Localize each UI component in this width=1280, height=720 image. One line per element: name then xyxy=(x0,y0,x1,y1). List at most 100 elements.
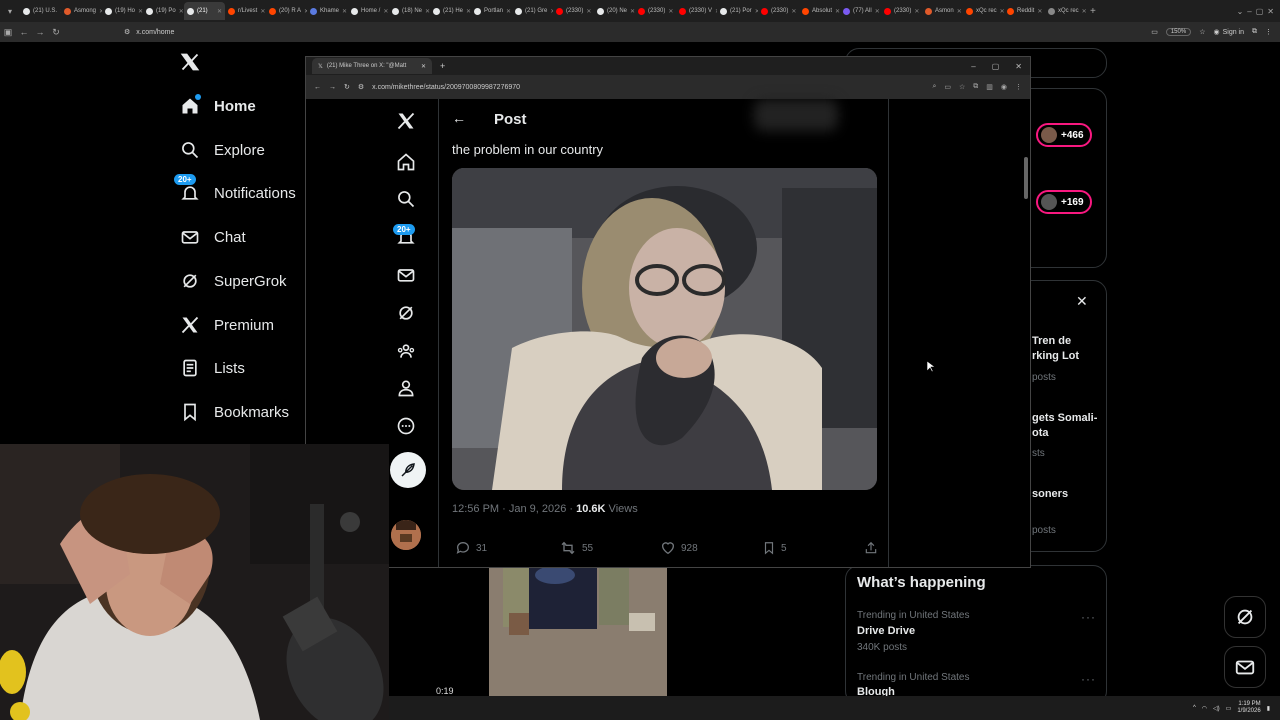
like-button[interactable]: 928 xyxy=(660,540,698,556)
minimize-icon[interactable]: – xyxy=(1247,7,1251,16)
tab-search-icon[interactable]: ▾ xyxy=(0,7,20,16)
maximize-icon[interactable]: ▢ xyxy=(992,62,1000,71)
feed-video-thumbnail[interactable] xyxy=(489,567,667,696)
browser-tab[interactable]: Khame ✕ xyxy=(307,2,348,20)
close-tab-icon[interactable]: ✕ xyxy=(791,8,796,15)
browser-tab[interactable]: (2330) ✕ xyxy=(553,2,594,20)
volume-icon[interactable]: ◁) xyxy=(1213,705,1220,712)
live-pill-2[interactable]: +169 xyxy=(1036,190,1092,214)
news-title-fragment[interactable]: rking Lot xyxy=(1032,350,1079,362)
grok-fab-button[interactable] xyxy=(1224,596,1266,638)
split-icon[interactable]: ▥ xyxy=(986,83,993,91)
maximize-icon[interactable]: ▢ xyxy=(1256,7,1264,16)
browser-tab[interactable]: r/Livest ✕ xyxy=(225,2,266,20)
nav-item-supergrok[interactable]: SuperGrok xyxy=(180,271,287,291)
extensions-icon[interactable]: ⧉ xyxy=(1252,28,1257,36)
profile-icon[interactable] xyxy=(396,378,416,398)
browser-tab[interactable]: (2330) V✕ xyxy=(676,2,717,20)
close-tab-icon[interactable]: ✕ xyxy=(668,8,673,15)
post-timestamp[interactable]: 12:56 PM · Jan 9, 2026 · xyxy=(452,503,576,515)
browser-tab[interactable]: (19) Po ✕ xyxy=(143,2,184,20)
news-title-fragment[interactable]: ota xyxy=(1032,427,1049,439)
search-icon[interactable] xyxy=(396,189,416,209)
communities-icon[interactable] xyxy=(396,341,416,361)
menu-icon[interactable]: ⋮ xyxy=(1265,28,1272,36)
bookmark-button[interactable]: 5 xyxy=(762,540,787,556)
close-tab-icon[interactable]: ✕ xyxy=(875,8,880,15)
browser-tab[interactable]: (20) R A ✕ xyxy=(266,2,307,20)
browser-tab[interactable]: (21) U.S.✕ xyxy=(20,2,61,20)
extensions-icon[interactable]: ⧉ xyxy=(973,83,978,91)
site-info-icon[interactable]: ⚙ xyxy=(358,83,364,91)
sidebar-toggle-icon[interactable]: ▣ xyxy=(0,27,16,38)
browser-tab[interactable]: (2330) ✕ xyxy=(635,2,676,20)
more-icon[interactable]: ··· xyxy=(1081,610,1096,624)
reload-icon[interactable]: ↻ xyxy=(48,27,64,38)
back-arrow-icon[interactable]: ← xyxy=(452,110,466,126)
browser-tab[interactable]: Absolut ✕ xyxy=(799,2,840,20)
browser-tab[interactable]: (2330) ✕ xyxy=(881,2,922,20)
close-tab-icon[interactable]: ✕ xyxy=(260,8,265,15)
browser-tab[interactable]: (77) All ✕ xyxy=(840,2,881,20)
close-tab-icon[interactable]: ✕ xyxy=(179,8,184,15)
star-icon[interactable]: ☆ xyxy=(1199,28,1205,36)
news-title-fragment[interactable]: gets Somali- xyxy=(1032,412,1097,424)
mail-icon[interactable] xyxy=(396,265,416,285)
star-icon[interactable]: ☆ xyxy=(959,83,965,91)
nav-item-premium[interactable]: Premium xyxy=(180,315,274,335)
more-icon[interactable]: ··· xyxy=(1081,672,1096,686)
forward-icon[interactable]: → xyxy=(329,84,336,91)
back-icon[interactable]: ← xyxy=(314,84,321,91)
minimize-icon[interactable]: – xyxy=(971,62,975,71)
close-tab-icon[interactable]: ✕ xyxy=(914,8,919,15)
close-tab-icon[interactable]: ✕ xyxy=(586,8,591,15)
close-tab-icon[interactable]: ✕ xyxy=(506,8,511,15)
address-bar[interactable]: ⚙ x.com/home xyxy=(124,28,1104,37)
browser-tab[interactable]: (21) ✕ xyxy=(184,2,225,20)
sign-in-button[interactable]: ◉ Sign in xyxy=(1213,28,1244,37)
chevron-down-icon[interactable]: ⌄ xyxy=(1237,7,1244,16)
nav-item-notifications[interactable]: 20+ Notifications xyxy=(174,174,296,203)
nav-item-lists[interactable]: Lists xyxy=(180,358,245,378)
live-pill-1[interactable]: +466 xyxy=(1036,123,1092,147)
forward-icon[interactable]: → xyxy=(32,27,48,37)
avatar[interactable] xyxy=(391,520,421,550)
compose-button[interactable] xyxy=(390,452,426,488)
notification-icon[interactable]: ▮ xyxy=(1267,705,1270,712)
more-icon[interactable] xyxy=(396,416,416,436)
nav-item-home[interactable]: Home xyxy=(180,94,256,116)
news-title-fragment[interactable]: soners xyxy=(1032,488,1068,500)
new-tab-icon[interactable]: + xyxy=(1090,6,1096,17)
close-tab-icon[interactable]: ✕ xyxy=(421,63,426,70)
post-media-video[interactable] xyxy=(452,168,877,490)
popup-tab[interactable]: 𝕏 (21) Mike Three on X: "@Matt ✕ xyxy=(312,58,432,74)
close-icon[interactable]: ✕ xyxy=(1076,293,1088,310)
browser-tab[interactable]: Reddit ✕ xyxy=(1004,2,1045,20)
browser-tab[interactable]: (2330) ✕ xyxy=(758,2,799,20)
news-title-fragment[interactable]: Tren de xyxy=(1032,335,1071,347)
nav-item-chat[interactable]: Chat xyxy=(180,227,246,247)
chevron-up-icon[interactable]: ^ xyxy=(1193,705,1196,711)
menu-icon[interactable]: ⋮ xyxy=(1015,83,1022,91)
zoom-indicator[interactable]: 150% xyxy=(1165,28,1192,36)
x-logo-icon[interactable] xyxy=(180,52,200,72)
nav-item-explore[interactable]: Explore xyxy=(180,140,265,160)
close-tab-icon[interactable]: ✕ xyxy=(217,8,222,15)
browser-tab[interactable]: (21) Gre ✕ xyxy=(512,2,553,20)
close-tab-icon[interactable]: ✕ xyxy=(957,8,962,15)
close-window-icon[interactable]: ✕ xyxy=(1015,62,1022,71)
reply-button[interactable]: 31 xyxy=(455,540,487,556)
browser-tab[interactable]: (20) Ne ✕ xyxy=(594,2,635,20)
browser-tab[interactable]: (19) Ho ✕ xyxy=(102,2,143,20)
nav-item-bookmarks[interactable]: Bookmarks xyxy=(180,402,289,422)
browser-tab[interactable]: Asmong ✕ xyxy=(61,2,102,20)
browser-tab[interactable]: (21) He ✕ xyxy=(430,2,471,20)
browser-tab[interactable]: Asmon ✕ xyxy=(922,2,963,20)
browser-tab[interactable]: Portlan ✕ xyxy=(471,2,512,20)
close-window-icon[interactable]: ✕ xyxy=(1267,7,1274,16)
repost-button[interactable]: 55 xyxy=(559,540,593,556)
wifi-icon[interactable]: ◠ xyxy=(1202,705,1207,712)
reload-icon[interactable]: ↻ xyxy=(344,83,350,91)
close-tab-icon[interactable]: ✕ xyxy=(342,8,347,15)
site-info-icon[interactable]: ⚙ xyxy=(124,28,130,36)
